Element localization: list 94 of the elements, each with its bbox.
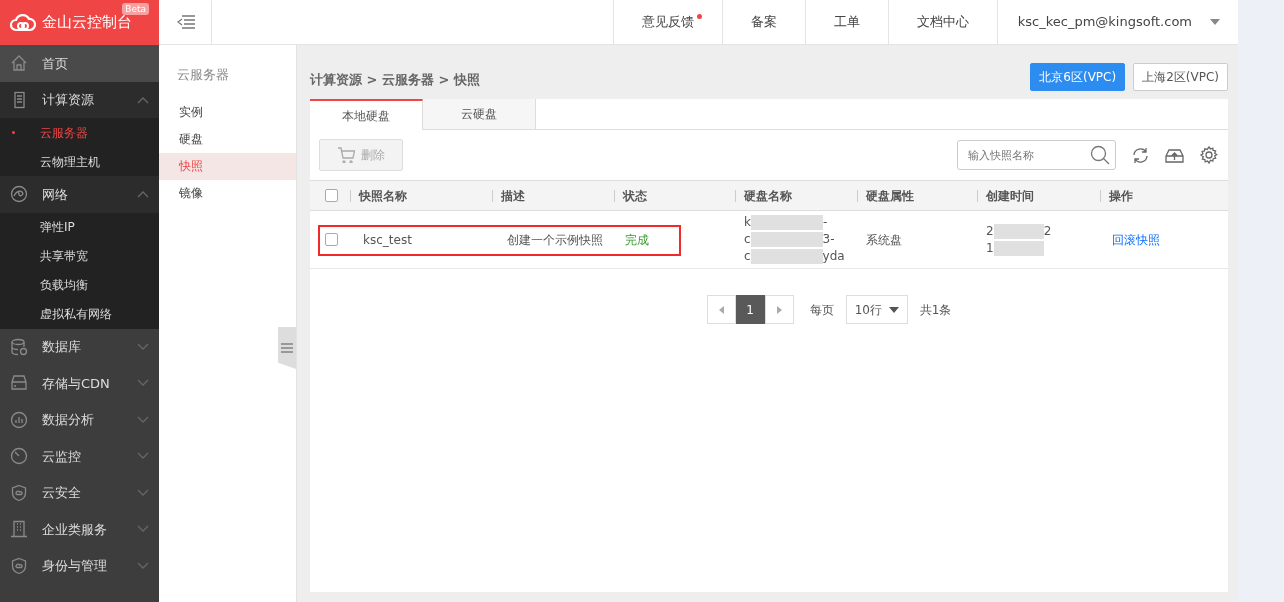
total-count: 共1条 [919,301,952,319]
column-header: 操作 [1109,187,1133,205]
sidebar-item[interactable]: 企业类服务 [0,511,159,548]
table-cell: 2 [1043,222,1052,240]
column-header: 状态 [623,187,647,205]
beta-badge: Beta [122,3,149,15]
sidebar-item[interactable]: 云安全 [0,474,159,511]
tab[interactable]: 云硬盘 [423,99,536,129]
chevron-down-icon [137,415,149,424]
sidebar-item[interactable]: 身份与管理 [0,547,159,584]
top-nav-link[interactable]: 备案 [721,0,805,44]
collapse-handle[interactable] [278,327,296,369]
sidebar-item[interactable]: 网络 [0,176,159,213]
sidebar-item[interactable]: 数据分析 [0,401,159,438]
table-cell: 3- [822,231,835,248]
sidebar-subitem[interactable]: 弹性IP [0,212,159,242]
top-nav-link[interactable]: 文档中心 [887,0,997,44]
redacted-block [993,240,1044,256]
table-cell: c [744,248,751,265]
chevron-down-icon [137,452,149,461]
database-icon [10,337,28,356]
chevron-down-icon [137,342,149,351]
gauge-icon [10,447,28,466]
cart-icon [337,147,355,163]
column-header: 硬盘名称 [744,187,792,205]
subnav-item[interactable]: 镜像 [159,179,296,207]
table-cell-text: 系统盘 [866,231,902,249]
active-dot [12,131,15,134]
subnav-item[interactable]: 硬盘 [159,125,296,153]
row-checkbox[interactable] [325,233,338,246]
settings-icon [1200,146,1218,164]
tab[interactable]: 本地硬盘 [310,99,423,130]
rollback-link[interactable]: 回滚快照 [1112,230,1160,249]
sidebar-item[interactable]: 首页 [0,45,159,82]
menu-icon [281,342,293,354]
sidebar-item[interactable]: 存储与CDN [0,365,159,402]
cloud-logo-icon [10,12,36,33]
drive-icon [10,374,28,393]
table-cell: yda [822,248,845,265]
chevron-down-icon [137,561,149,570]
top-nav-link[interactable]: 意见反馈 [612,0,722,44]
chevron-down-icon [137,525,149,534]
sidebar-item[interactable]: 云监控 [0,438,159,475]
sidebar-item[interactable]: 数据库 [0,328,159,365]
user-menu[interactable]: ksc_kec_pm@kingsoft.com [996,0,1238,44]
table-cell-text: 创建一个示例快照 [507,231,603,249]
search-icon [1090,145,1110,165]
column-header: 快照名称 [359,187,407,205]
page-button[interactable]: 1 [735,295,765,324]
chevron-down-icon [137,379,149,388]
menu-icon [176,15,195,29]
subnav-title: 云服务器 [176,66,230,84]
per-page-label: 每页 [809,301,834,319]
sidebar-subitem[interactable]: 虚拟私有网络 [0,299,159,329]
caret-down-icon [888,306,899,313]
subnav-item[interactable]: 实例 [159,98,296,126]
caret-down-icon [1210,19,1220,25]
table-cell: - [822,214,828,231]
shield-icon [10,483,28,502]
chevron-up-icon [137,190,149,199]
search-field[interactable]: 输入快照名称 [957,140,1116,170]
sidebar-subitem[interactable]: 云物理主机 [0,147,159,176]
table-cell: 1 [986,239,994,257]
sidebar-subitem[interactable]: 负载均衡 [0,270,159,300]
chevron-down-icon [137,488,149,497]
chevron-up-icon [137,95,149,104]
table-cell-text: ksc_test [363,231,412,249]
chart-icon [10,410,28,429]
caret-left-icon [718,305,724,314]
per-page-select[interactable]: 10行 [845,295,908,324]
sidebar-subitem[interactable]: 共享带宽 [0,241,159,271]
column-header: 硬盘属性 [866,187,914,205]
column-header: 描述 [501,187,525,205]
brand-title: 金山云控制台 [42,12,132,34]
prev-page-button[interactable] [706,295,736,324]
globe-icon [10,185,28,204]
sidebar-subitem[interactable]: 云服务器 [0,118,159,147]
column-header: 创建时间 [986,187,1034,205]
shield-icon [10,556,28,575]
refresh-icon [1132,146,1149,164]
next-page-button[interactable] [764,295,794,324]
status-text: 完成 [625,231,649,249]
sidebar-item[interactable]: 计算资源 [0,81,159,118]
redacted-block [993,223,1044,239]
top-nav-link[interactable]: 工单 [804,0,888,44]
select-all-checkbox[interactable] [325,189,338,202]
house-icon [10,54,28,73]
table-cell: c [744,231,751,248]
table-cell: k [744,214,751,231]
building-icon [10,520,28,539]
table-cell: 2 [986,222,994,240]
caret-right-icon [776,305,782,314]
breadcrumb: 计算资源 > 云服务器 > 快照 [310,71,480,90]
region-button[interactable]: 上海2区(VPC) [1133,63,1228,91]
